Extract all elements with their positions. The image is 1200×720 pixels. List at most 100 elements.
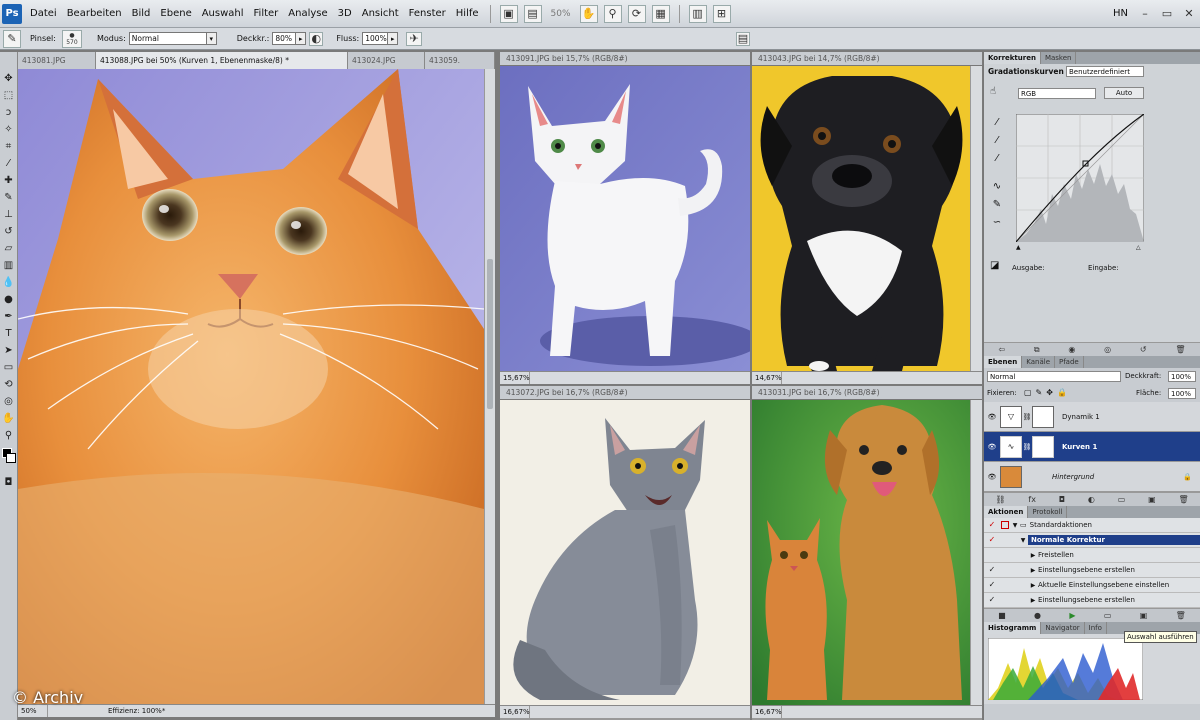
layer-row[interactable]: 👁 Hintergrund 🔒 bbox=[984, 462, 1200, 492]
opacity-input[interactable]: 80% bbox=[272, 32, 297, 45]
document-window-bulldog[interactable]: 413043.JPG bei 14,7% (RGB/8#) 14,67% bbox=[752, 52, 982, 384]
marquee-tool-icon[interactable]: ⬚ bbox=[2, 87, 16, 104]
eye-icon[interactable]: 👁 bbox=[984, 413, 1000, 421]
curves-preset-select[interactable]: Benutzerdefiniert bbox=[1066, 66, 1144, 77]
expand-icon[interactable]: ▼ bbox=[1010, 522, 1020, 529]
tab-413081[interactable]: 413081.JPG bbox=[18, 52, 96, 69]
zoom-tool-icon[interactable]: ⚲ bbox=[603, 4, 622, 23]
tab-navigator[interactable]: Navigator bbox=[1041, 622, 1085, 634]
menu-ansicht[interactable]: Ansicht bbox=[357, 8, 404, 19]
hand-tool-icon[interactable]: ✋ bbox=[579, 4, 598, 23]
menu-bearbeiten[interactable]: Bearbeiten bbox=[62, 8, 127, 19]
tab-413088-active[interactable]: 413088.JPG bei 50% (Kurven 1, Ebenenmask… bbox=[96, 52, 348, 69]
document-window-dog-and-cat[interactable]: 413031.JPG bei 16,7% (RGB/8#) 16,67% bbox=[752, 386, 982, 720]
tab-masken[interactable]: Masken bbox=[1041, 52, 1077, 64]
link-layers-icon[interactable]: ⛓ bbox=[995, 495, 1005, 504]
white-point-eyedropper-icon[interactable]: ⁄ bbox=[990, 150, 1004, 168]
check-icon[interactable]: ✓ bbox=[987, 595, 997, 605]
action-row[interactable]: ✓ ▼ Normale Korrektur bbox=[984, 533, 1200, 548]
blend-mode-select[interactable]: Normal bbox=[987, 371, 1121, 382]
clone-stamp-icon[interactable]: ⊥ bbox=[2, 206, 16, 223]
panel-toggle-icon[interactable]: ▤ bbox=[736, 31, 750, 46]
tab-info[interactable]: Info bbox=[1085, 622, 1107, 634]
menu-ebene[interactable]: Ebene bbox=[155, 8, 196, 19]
menu-analyse[interactable]: Analyse bbox=[283, 8, 332, 19]
action-step-label[interactable]: Aktuelle Einstellungsebene einstellen bbox=[1038, 581, 1169, 589]
play-icon[interactable]: ▶ bbox=[1069, 611, 1075, 620]
action-step-label[interactable]: Freistellen bbox=[1038, 551, 1074, 559]
action-set-row[interactable]: ✓ ▼ ▭ Standardaktionen bbox=[984, 518, 1200, 533]
dialog-toggle-icon[interactable] bbox=[1001, 521, 1009, 529]
zoom-tool-icon[interactable]: ⚲ bbox=[2, 427, 16, 444]
lasso-tool-icon[interactable]: ↄ bbox=[2, 104, 16, 121]
tab-413059[interactable]: 413059. bbox=[425, 52, 495, 69]
rotate-view-icon[interactable]: ⟳ bbox=[627, 4, 646, 23]
previous-state-icon[interactable]: ◎ bbox=[1104, 345, 1111, 354]
doc-vertical-scrollbar[interactable] bbox=[970, 66, 982, 371]
tab-korrekturen[interactable]: Korrekturen bbox=[984, 52, 1041, 64]
scrollbar-thumb[interactable] bbox=[487, 259, 493, 409]
document-title[interactable]: 413091.JPG bei 15,7% (RGB/8#) bbox=[500, 52, 750, 66]
3d-orbit-icon[interactable]: ◎ bbox=[2, 393, 16, 410]
expand-icon[interactable]: ▶ bbox=[1028, 567, 1038, 574]
menu-hilfe[interactable]: Hilfe bbox=[451, 8, 484, 19]
eye-icon[interactable]: 👁 bbox=[984, 473, 1000, 481]
3d-rotate-icon[interactable]: ⟲ bbox=[2, 376, 16, 393]
layer-name[interactable]: Kurven 1 bbox=[1062, 443, 1097, 451]
menu-3d[interactable]: 3D bbox=[333, 8, 357, 19]
chain-icon[interactable]: ⛓ bbox=[1022, 443, 1032, 451]
histogram-warning-icon[interactable]: ◪ bbox=[990, 260, 999, 271]
main-vertical-scrollbar[interactable] bbox=[484, 69, 495, 704]
background-color[interactable] bbox=[5, 453, 16, 463]
trash-icon[interactable]: 🗑 bbox=[1178, 495, 1188, 504]
target-adjust-icon[interactable]: ☝ bbox=[990, 86, 996, 97]
reset-icon[interactable]: ↺ bbox=[1140, 345, 1147, 354]
dodge-tool-icon[interactable]: ● bbox=[2, 291, 16, 308]
gradient-bar-icon[interactable]: ▲ bbox=[1016, 244, 1021, 251]
layer-thumbnail[interactable] bbox=[1000, 465, 1022, 488]
workspace-switcher[interactable]: HN bbox=[1113, 8, 1128, 19]
path-selection-icon[interactable]: ➤ bbox=[2, 342, 16, 359]
view-extras-icon[interactable]: ▤ bbox=[523, 4, 542, 23]
pen-tool-icon[interactable]: ✒ bbox=[2, 308, 16, 325]
clip-layer-icon[interactable]: ⧉ bbox=[1034, 345, 1040, 355]
menu-datei[interactable]: Datei bbox=[25, 8, 62, 19]
quick-mask-icon[interactable]: ◘ bbox=[2, 474, 16, 491]
layer-fill-input[interactable]: 100% bbox=[1168, 388, 1196, 399]
layer-name[interactable]: Dynamik 1 bbox=[1062, 413, 1100, 421]
flow-input[interactable]: 100% bbox=[362, 32, 389, 45]
tab-ebenen[interactable]: Ebenen bbox=[984, 356, 1023, 368]
move-tool-icon[interactable]: ✥ bbox=[2, 70, 16, 87]
layer-row-selected[interactable]: 👁 ∿ ⛓ Kurven 1 bbox=[984, 432, 1200, 462]
doc-zoom-status[interactable]: 16,67% bbox=[500, 706, 530, 718]
check-icon[interactable]: ✓ bbox=[987, 580, 997, 590]
brush-tool-icon[interactable]: ✎ bbox=[2, 189, 16, 206]
channel-select[interactable]: RGB bbox=[1018, 88, 1096, 99]
gray-point-eyedropper-icon[interactable]: ⁄ bbox=[990, 132, 1004, 150]
smooth-curve-icon[interactable]: ∽ bbox=[990, 214, 1004, 232]
doc-zoom-status[interactable]: 16,67% bbox=[752, 706, 782, 718]
bridge-icon[interactable]: ▣ bbox=[499, 4, 518, 23]
check-icon[interactable]: ✓ bbox=[987, 535, 997, 545]
chevron-right-icon[interactable]: ▸ bbox=[388, 32, 399, 45]
action-step-row[interactable]: ✓ ▶ Einstellungsebene erstellen bbox=[984, 563, 1200, 578]
document-title[interactable]: 413043.JPG bei 14,7% (RGB/8#) bbox=[752, 52, 982, 66]
shape-tool-icon[interactable]: ▭ bbox=[2, 359, 16, 376]
action-step-label[interactable]: Einstellungsebene erstellen bbox=[1038, 596, 1135, 604]
maximize-icon[interactable]: ▭ bbox=[1156, 6, 1178, 22]
brush-size-picker[interactable]: ● 570 bbox=[61, 29, 82, 48]
airbrush-icon[interactable]: ✈ bbox=[406, 31, 423, 46]
layer-mask-thumbnail[interactable] bbox=[1032, 405, 1054, 428]
eraser-icon[interactable]: ▱ bbox=[2, 240, 16, 257]
document-title[interactable]: 413072.JPG bei 16,7% (RGB/8#) bbox=[500, 386, 750, 400]
menu-auswahl[interactable]: Auswahl bbox=[197, 8, 249, 19]
action-step-row[interactable]: ▶ Freistellen bbox=[984, 548, 1200, 563]
menu-fenster[interactable]: Fenster bbox=[404, 8, 451, 19]
blur-tool-icon[interactable]: 💧 bbox=[2, 274, 16, 291]
curves-graph[interactable] bbox=[1016, 114, 1144, 242]
zoom-level-combo[interactable]: 50% bbox=[545, 9, 577, 19]
tab-pfade[interactable]: Pfade bbox=[1055, 356, 1084, 368]
check-icon[interactable]: ✓ bbox=[987, 520, 997, 530]
screen-mode-icon[interactable]: ⊞ bbox=[712, 4, 731, 23]
adjustment-layer-icon[interactable]: ◐ bbox=[1088, 495, 1095, 504]
